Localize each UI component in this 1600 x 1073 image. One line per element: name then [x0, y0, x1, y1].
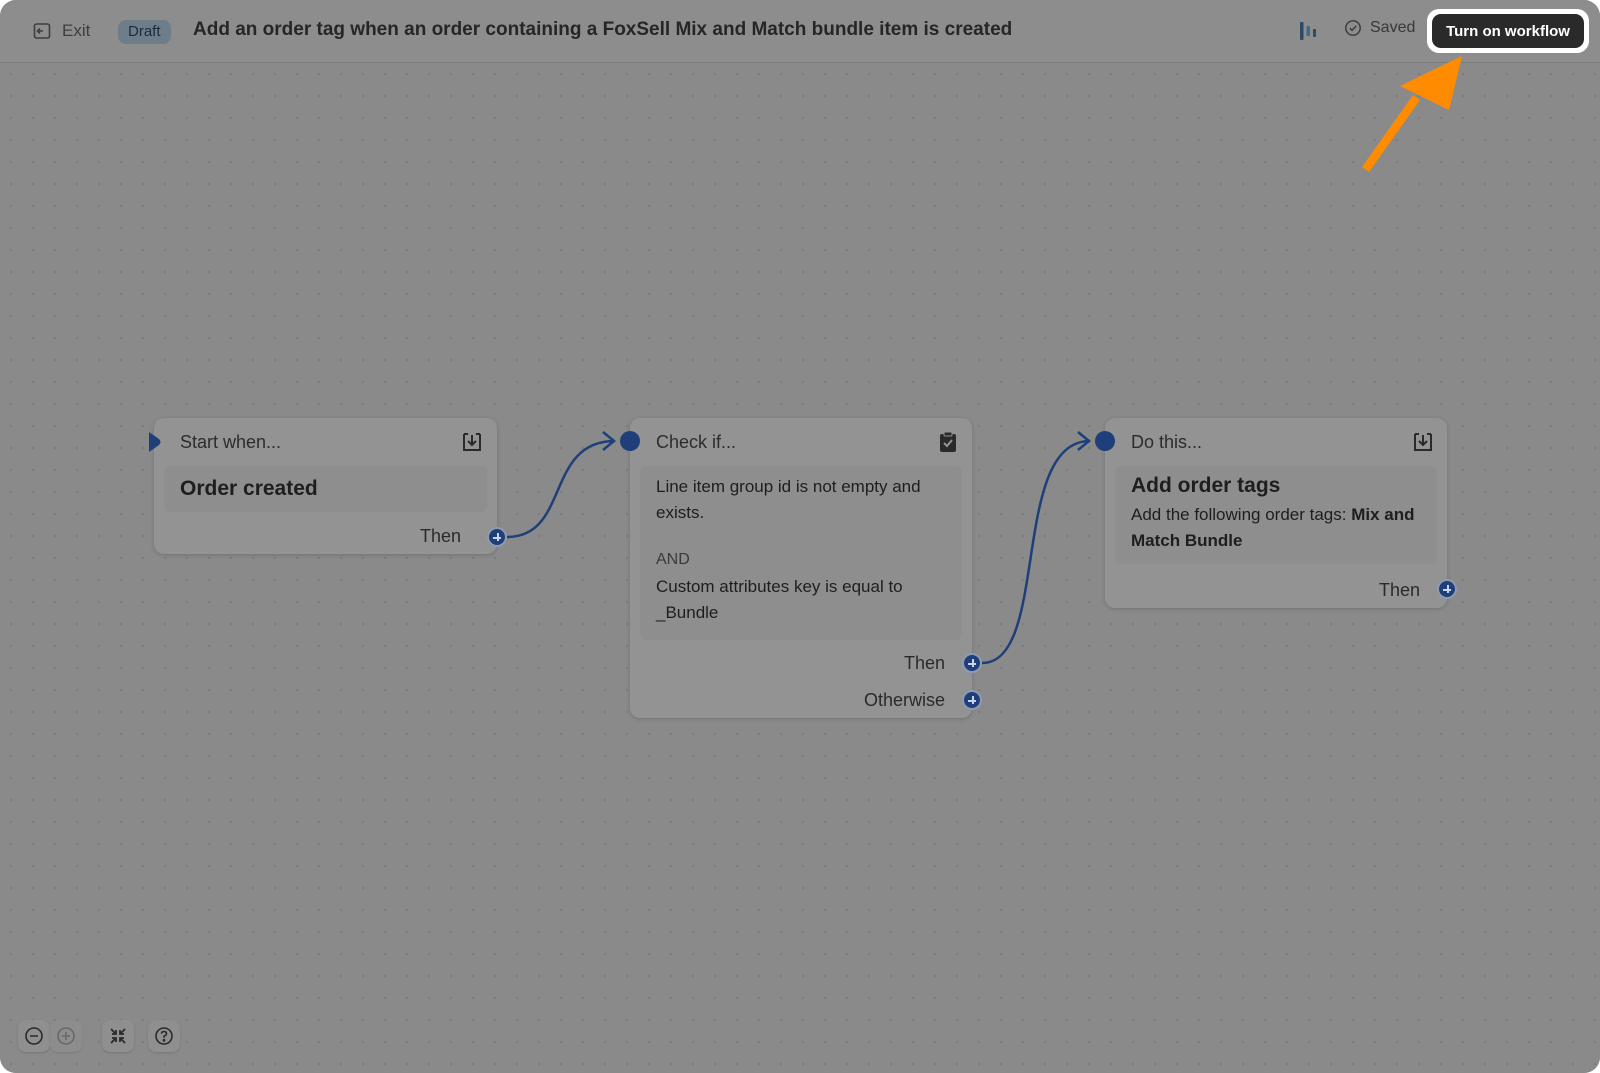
condition-header: Check if... [656, 432, 737, 452]
zoom-in-button[interactable] [50, 1020, 82, 1052]
trigger-header: Start when... [180, 432, 282, 452]
saved-indicator: Saved [1344, 19, 1415, 37]
condition-operator: AND [656, 551, 690, 568]
help-icon [155, 1027, 173, 1045]
fit-view-button[interactable] [102, 1020, 134, 1052]
trigger-name: Order created [180, 477, 318, 500]
workflow-editor: Exit Draft Add an order tag when an orde… [0, 0, 1600, 1073]
action-then-add-button[interactable] [1437, 579, 1457, 599]
trigger-node[interactable]: Start when... Order created Then [154, 418, 497, 554]
action-node[interactable]: Do this... Add order tags Add the follow… [1105, 418, 1447, 608]
action-input-handle[interactable] [1095, 431, 1115, 451]
saved-label: Saved [1370, 19, 1416, 36]
condition-input-handle[interactable] [620, 431, 640, 451]
page-title: Add an order tag when an order containin… [193, 19, 1013, 40]
status-badge: Draft [118, 20, 171, 44]
zoom-out-icon [25, 1027, 43, 1045]
condition-rule-2: Custom attributes key is equal to _Bundl… [656, 577, 903, 622]
trigger-summary: Order created [164, 466, 487, 512]
action-summary: Add order tags Add the following order t… [1115, 466, 1437, 564]
zoom-in-icon [57, 1027, 75, 1045]
action-header: Do this... [1131, 432, 1203, 452]
bar-chart-icon[interactable] [1298, 20, 1318, 42]
exit-icon [33, 23, 51, 39]
turn-on-workflow-button[interactable]: Turn on workflow [1432, 14, 1584, 48]
clipboard-check-icon [940, 431, 956, 452]
canvas-controls [18, 1020, 180, 1052]
action-description-prefix: Add the following order tags: [1131, 505, 1347, 524]
condition-rule-1: Line item group id is not empty and exis… [656, 477, 921, 522]
action-name: Add order tags [1131, 474, 1281, 497]
condition-then-label: Then [903, 653, 945, 673]
action-then-label: Then [1378, 580, 1420, 600]
condition-otherwise-add-button[interactable] [962, 690, 982, 710]
download-icon [463, 433, 481, 451]
exit-label: Exit [62, 21, 91, 40]
exit-button[interactable]: Exit [32, 18, 90, 44]
fit-view-icon [110, 1028, 126, 1044]
trigger-input-marker-icon [149, 432, 161, 452]
zoom-out-button[interactable] [18, 1020, 50, 1052]
condition-then-add-button[interactable] [962, 653, 982, 673]
condition-node[interactable]: Check if... Line item group id is not em… [630, 418, 972, 718]
check-circle-icon [1345, 20, 1361, 36]
action-description: Add the following order tags: Mix and Ma… [1131, 502, 1431, 554]
trigger-then-add-button[interactable] [487, 527, 507, 547]
condition-summary: Line item group id is not empty and exis… [640, 466, 962, 640]
trigger-then-label: Then [419, 526, 461, 546]
top-bar: Exit Draft Add an order tag when an orde… [0, 0, 1600, 63]
turn-on-highlight: Turn on workflow [1427, 9, 1589, 53]
condition-otherwise-label: Otherwise [863, 690, 945, 710]
download-icon [1414, 433, 1432, 451]
help-button[interactable] [148, 1020, 180, 1052]
